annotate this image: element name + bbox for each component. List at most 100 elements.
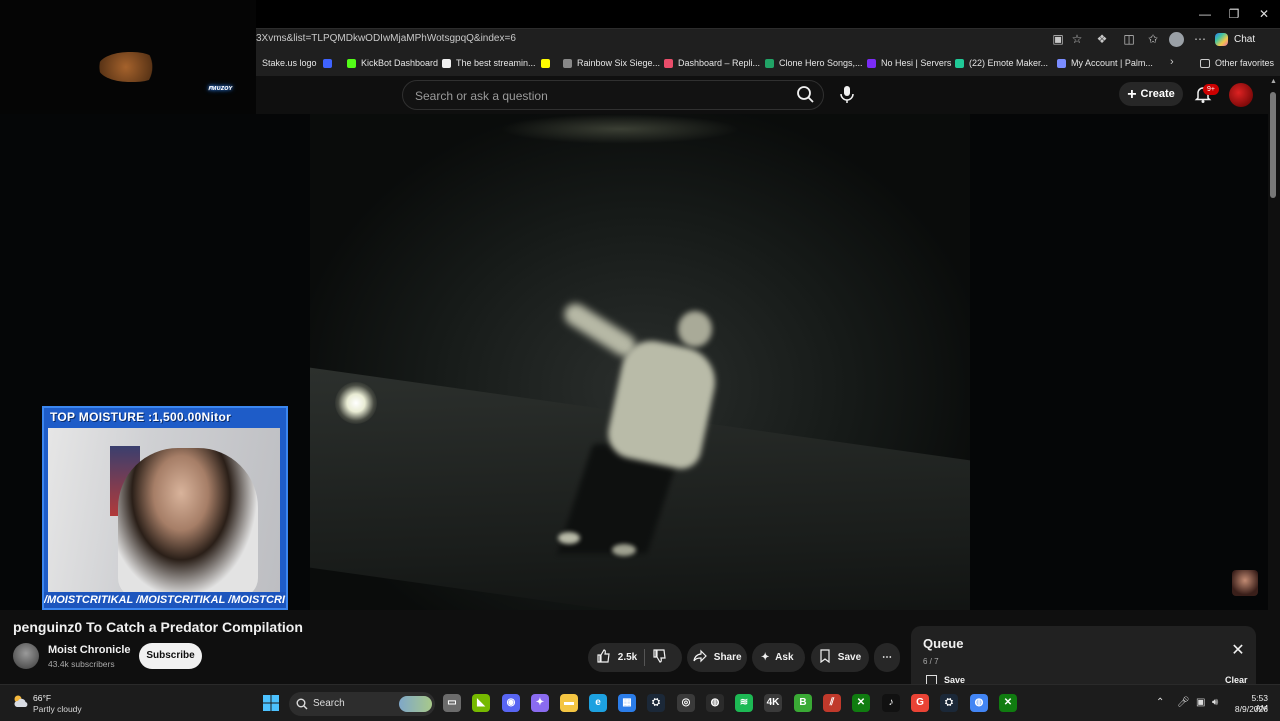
weather-icon[interactable] [12, 694, 29, 708]
maximize-icon[interactable]: ❐ [1224, 6, 1244, 22]
dislike-button[interactable] [652, 643, 666, 672]
windows-logo-icon [263, 695, 279, 711]
bookmark-item[interactable]: Dashboard – Repli... [664, 55, 760, 72]
bookmark-label: Rainbow Six Siege... [577, 58, 661, 68]
bookmark-item[interactable] [323, 55, 337, 72]
nvidia-icon[interactable]: ◣ [472, 694, 490, 712]
microphone-tray-icon[interactable]: 🎤︎ [1177, 697, 1190, 708]
copilot-icon[interactable]: ✦ [531, 694, 549, 712]
scroll-up-icon[interactable]: ▲ [1270, 78, 1277, 85]
more-icon: ⋯ [882, 652, 892, 663]
streamer-webcam: TOP MOISTURE :1,500.00Nitor /MOISTCRITIK… [42, 406, 288, 610]
weather-description[interactable]: Partly cloudy [33, 704, 82, 714]
tiktok-icon[interactable]: ♪ [882, 694, 900, 712]
extensions-icon[interactable]: ❖ [1094, 31, 1110, 47]
file-explorer-icon[interactable]: ▭ [443, 694, 461, 712]
video-light-top [500, 114, 740, 144]
channel-avatar[interactable] [13, 643, 39, 669]
xbox-icon-2[interactable]: ✕ [999, 694, 1017, 712]
ask-button[interactable]: ✦ Ask [752, 643, 805, 672]
search-box[interactable] [402, 80, 824, 110]
share-button[interactable]: Share [687, 643, 747, 672]
chrome-icon[interactable]: ◍ [970, 694, 988, 712]
spotify-icon[interactable]: ≋ [735, 694, 753, 712]
steam-icon-2[interactable]: ⛭ [940, 694, 958, 712]
like-button[interactable]: 2.5k [596, 643, 637, 672]
bookmark-label: KickBot Dashboard [361, 58, 439, 68]
split-screen-icon[interactable]: ◫ [1121, 31, 1137, 47]
close-icon[interactable]: ✕ [1230, 643, 1246, 659]
url-text[interactable]: 3Xvms&list=TLPQMDkwODIwMjaMPhWotsgpqQ&in… [256, 33, 516, 44]
more-actions-button[interactable]: ⋯ [874, 643, 900, 672]
volume-icon[interactable]: 🔊︎ [1212, 697, 1218, 708]
scrollbar-thumb[interactable] [1270, 92, 1276, 198]
bookmark-favicon-icon [563, 59, 572, 69]
more-options-icon[interactable]: ⋯ [1192, 31, 1208, 47]
weather-temperature[interactable]: 66°F [33, 693, 51, 703]
search-button[interactable] [790, 80, 822, 108]
other-favorites-label: Other favorites [1215, 58, 1275, 68]
search-input[interactable] [413, 88, 777, 104]
app-available-icon[interactable]: ▣ [1050, 31, 1066, 47]
bookmark-item[interactable]: The best streamin... [442, 55, 536, 72]
steam-icon[interactable]: ⛭ [647, 694, 665, 712]
obs-icon[interactable]: ◍ [706, 694, 724, 712]
bookmark-item[interactable]: Stake.us logo [262, 55, 317, 72]
video-figure-shoe [558, 532, 580, 544]
share-icon [693, 649, 707, 663]
discord-icon[interactable]: ◉ [502, 694, 520, 712]
bookmark-label: No Hesi | Servers [881, 58, 952, 68]
bookmark-label: (22) Emote Maker... [969, 58, 1049, 68]
queue-position: 6 / 7 [923, 657, 939, 666]
bookmark-item[interactable]: No Hesi | Servers [867, 55, 951, 72]
edge-icon[interactable]: e [589, 694, 607, 712]
chevron-right-icon[interactable]: › [1170, 56, 1174, 68]
network-icon[interactable]: ▣ [1196, 697, 1205, 708]
other-favorites[interactable]: Other favorites [1200, 55, 1274, 72]
stream-tool-icon[interactable]: ⫽ [823, 694, 841, 712]
share-label: Share [713, 652, 742, 663]
bookmark-label: My Account | Palm... [1071, 58, 1153, 68]
bookmark-item[interactable]: Clone Hero Songs,... [765, 55, 863, 72]
start-button[interactable] [263, 695, 279, 711]
bookmark-item[interactable] [541, 55, 555, 72]
search-highlight-image [399, 696, 432, 712]
create-button[interactable]: + Create [1119, 82, 1183, 106]
favorite-star-icon[interactable]: ☆ [1069, 31, 1085, 47]
store-icon[interactable]: ▦ [618, 694, 636, 712]
show-hidden-icons[interactable]: ⌃ [1156, 697, 1164, 708]
microphone-icon [840, 86, 854, 103]
close-window-icon[interactable]: ✕ [1254, 6, 1274, 22]
account-avatar[interactable] [1229, 83, 1253, 107]
voice-search-button[interactable] [831, 80, 863, 108]
minimize-icon[interactable]: — [1195, 6, 1215, 22]
profile-avatar[interactable] [1169, 32, 1184, 47]
video-figure-head [678, 311, 712, 347]
bookmark-item[interactable]: Rainbow Six Siege... [563, 55, 660, 72]
bookmark-item[interactable]: KickBot Dashboard [347, 55, 438, 72]
save-button[interactable]: Save [811, 643, 869, 672]
channel-name[interactable]: Moist Chronicle [48, 644, 131, 656]
bookmark-label: Clone Hero Songs,... [779, 58, 863, 68]
clock-date[interactable]: 8/9/2026 [1225, 704, 1268, 714]
bookmark-favicon-icon [323, 59, 332, 69]
recording-icon[interactable]: ◎ [677, 694, 695, 712]
b-app-icon[interactable]: B [794, 694, 812, 712]
4k-icon[interactable]: 4K [764, 694, 782, 712]
video-title: penguinz0 To Catch a Predator Compilatio… [13, 619, 303, 635]
like-dislike-group: 2.5k [588, 643, 682, 672]
xbox-icon[interactable]: ✕ [852, 694, 870, 712]
plus-icon: + [1127, 86, 1137, 103]
video-light-source [335, 382, 377, 424]
bookmark-item[interactable]: My Account | Palm... [1057, 55, 1153, 72]
partly-cloudy-icon [14, 695, 28, 707]
bookmark-item[interactable]: (22) Emote Maker... [955, 55, 1048, 72]
subscribe-button[interactable]: Subscribe [139, 643, 202, 669]
ask-label: Ask [775, 652, 794, 663]
g-app-icon[interactable]: G [911, 694, 929, 712]
folder-icon[interactable]: ▬ [560, 694, 578, 712]
bookmark-favicon-icon [1057, 59, 1066, 69]
favorites-icon[interactable]: ✩ [1145, 31, 1161, 47]
copilot-chat-button[interactable]: Chat [1215, 31, 1255, 49]
taskbar-search-label: Search [313, 698, 345, 709]
